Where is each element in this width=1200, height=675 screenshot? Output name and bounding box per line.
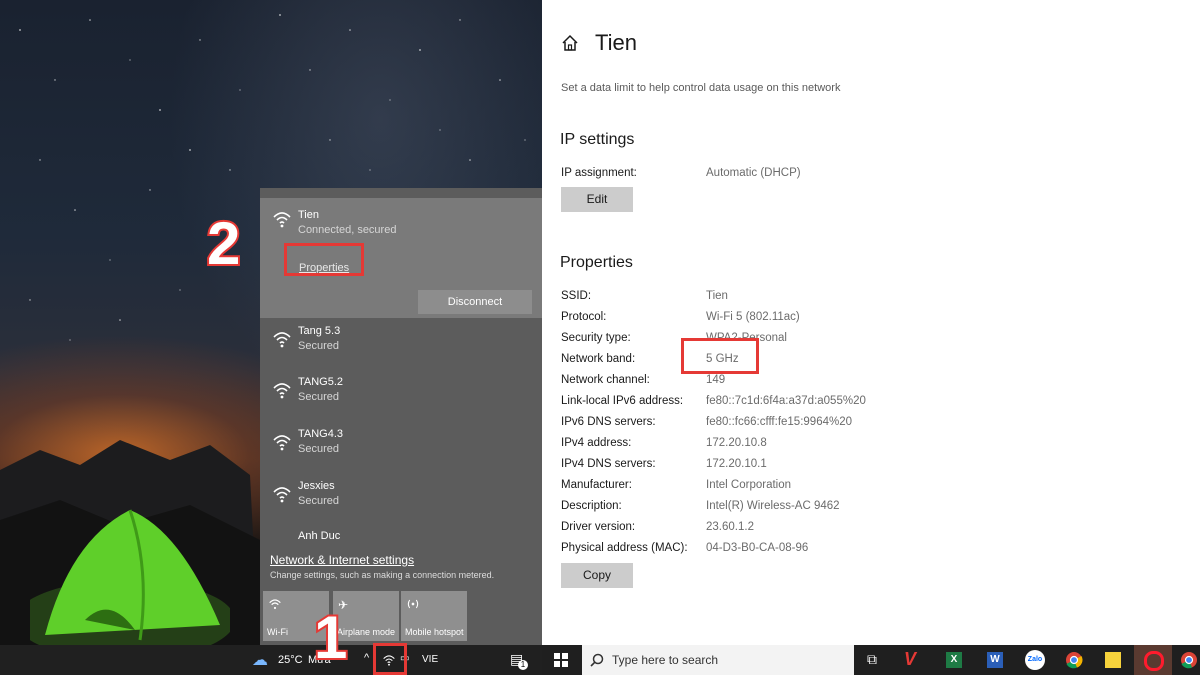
taskbar: Type here to search ⧉ V X W Zalo [542,645,1200,675]
weather-rain-icon[interactable]: ☁ [252,650,268,670]
network-status: Secured [298,443,339,455]
search-placeholder: Type here to search [612,653,719,667]
home-icon[interactable] [561,34,579,52]
windows-start-icon[interactable] [554,653,568,667]
hotspot-icon [407,599,419,609]
property-value: Intel Corporation [706,479,792,491]
ip-assignment-label: IP assignment: [561,167,637,179]
step-2-label: 2 [205,210,242,277]
language-indicator[interactable]: VIE [422,654,438,665]
taskbar-tray: ☁ 25°C Mưa ^ ▭ VIE ▤ 1 [0,645,542,675]
property-value: Intel(R) Wireless-AC 9462 [706,500,840,512]
sticky-notes-icon[interactable] [1094,645,1132,675]
ip-assignment-value: Automatic (DHCP) [706,167,801,179]
wifi-tray-highlight-box [373,643,407,675]
glowing-tent [30,509,230,645]
network-item[interactable]: Anh Duc [260,524,542,548]
zalo-icon[interactable]: Zalo [1016,645,1054,675]
notification-count-badge: 1 [518,660,528,670]
disconnect-button[interactable]: Disconnect [418,290,532,314]
network-properties-window: Tien Set a data limit to help control da… [542,0,1200,645]
network-name: TANG4.3 [298,428,344,440]
property-label: SSID: [561,290,592,302]
property-value: 04-D3-B0-CA-08-96 [706,542,809,554]
property-label: IPv4 address: [561,437,632,449]
properties-highlight-box [284,243,364,276]
network-name: Anh Duc [298,530,341,542]
taskbar-search-box[interactable]: Type here to search [582,645,854,675]
task-view-icon[interactable]: ⧉ [855,645,893,675]
property-value: 172.20.10.1 [706,458,767,470]
network-item[interactable]: Tang 5.3 Secured [260,316,542,368]
search-icon [590,653,604,667]
weather-temperature[interactable]: 25°C [278,654,303,666]
property-label: Security type: [561,332,631,344]
network-item[interactable]: TANG5.2 Secured [260,368,542,420]
property-value: fe80::7c1d:6f4a:a37d:a055%20 [706,395,866,407]
properties-heading: Properties [560,254,633,271]
property-label: Driver version: [561,521,636,533]
chrome-icon[interactable] [1055,645,1093,675]
property-label: IPv4 DNS servers: [561,458,656,470]
property-label: Protocol: [561,311,607,323]
network-status: Secured [298,340,339,352]
network-name: Tien [298,209,319,221]
property-label: Network channel: [561,374,650,386]
property-label: Physical address (MAC): [561,542,688,554]
property-label: Link-local IPv6 address: [561,395,684,407]
network-settings-link[interactable]: Network & Internet settings [270,553,414,567]
wifi-signal-icon [273,212,291,228]
network-name: Jesxies [298,480,335,492]
tile-label: Wi-Fi [267,627,288,637]
property-value: 149 [706,374,726,386]
network-name: TANG5.2 [298,376,344,388]
network-name: Tang 5.3 [298,325,341,337]
property-label: Description: [561,500,622,512]
chevron-up-icon[interactable]: ^ [364,652,369,664]
data-limit-description: Set a data limit to help control data us… [561,82,841,94]
wifi-signal-icon [273,435,291,451]
word-icon[interactable]: W [976,645,1014,675]
wifi-signal-icon [273,487,291,503]
chrome-profile-icon[interactable] [1174,645,1200,675]
network-status: Connected, secured [298,224,397,236]
step-1-label: 1 [312,604,349,671]
property-label: IPv6 DNS servers: [561,416,656,428]
copy-button[interactable]: Copy [561,563,633,588]
excel-icon[interactable]: X [935,645,973,675]
vietcombank-icon[interactable]: V [894,645,932,675]
network-status: Secured [298,391,339,403]
tile-label: Mobile hotspot [405,627,464,637]
ip-settings-heading: IP settings [560,131,635,148]
network-status: Secured [298,495,339,507]
opera-icon[interactable] [1134,645,1172,675]
property-value: Wi-Fi 5 (802.11ac) [706,311,800,323]
network-item[interactable]: Jesxies Secured [260,472,542,524]
page-title: Tien [595,30,637,55]
wifi-signal-icon [273,383,291,399]
property-value: 172.20.10.8 [706,437,767,449]
network-settings-description: Change settings, such as making a connec… [270,570,495,580]
property-value: 23.60.1.2 [706,521,754,533]
wifi-icon [269,599,281,610]
property-value: Tien [706,290,728,302]
wifi-signal-icon [273,332,291,348]
mobile-hotspot-tile[interactable]: Mobile hotspot [401,591,467,641]
property-label: Network band: [561,353,636,365]
property-label: Manufacturer: [561,479,632,491]
property-value: fe80::fc66:cfff:fe15:9964%20 [706,416,852,428]
network-item[interactable]: TANG4.3 Secured [260,420,542,472]
edit-button[interactable]: Edit [561,187,633,212]
network-band-highlight-box [681,338,759,374]
